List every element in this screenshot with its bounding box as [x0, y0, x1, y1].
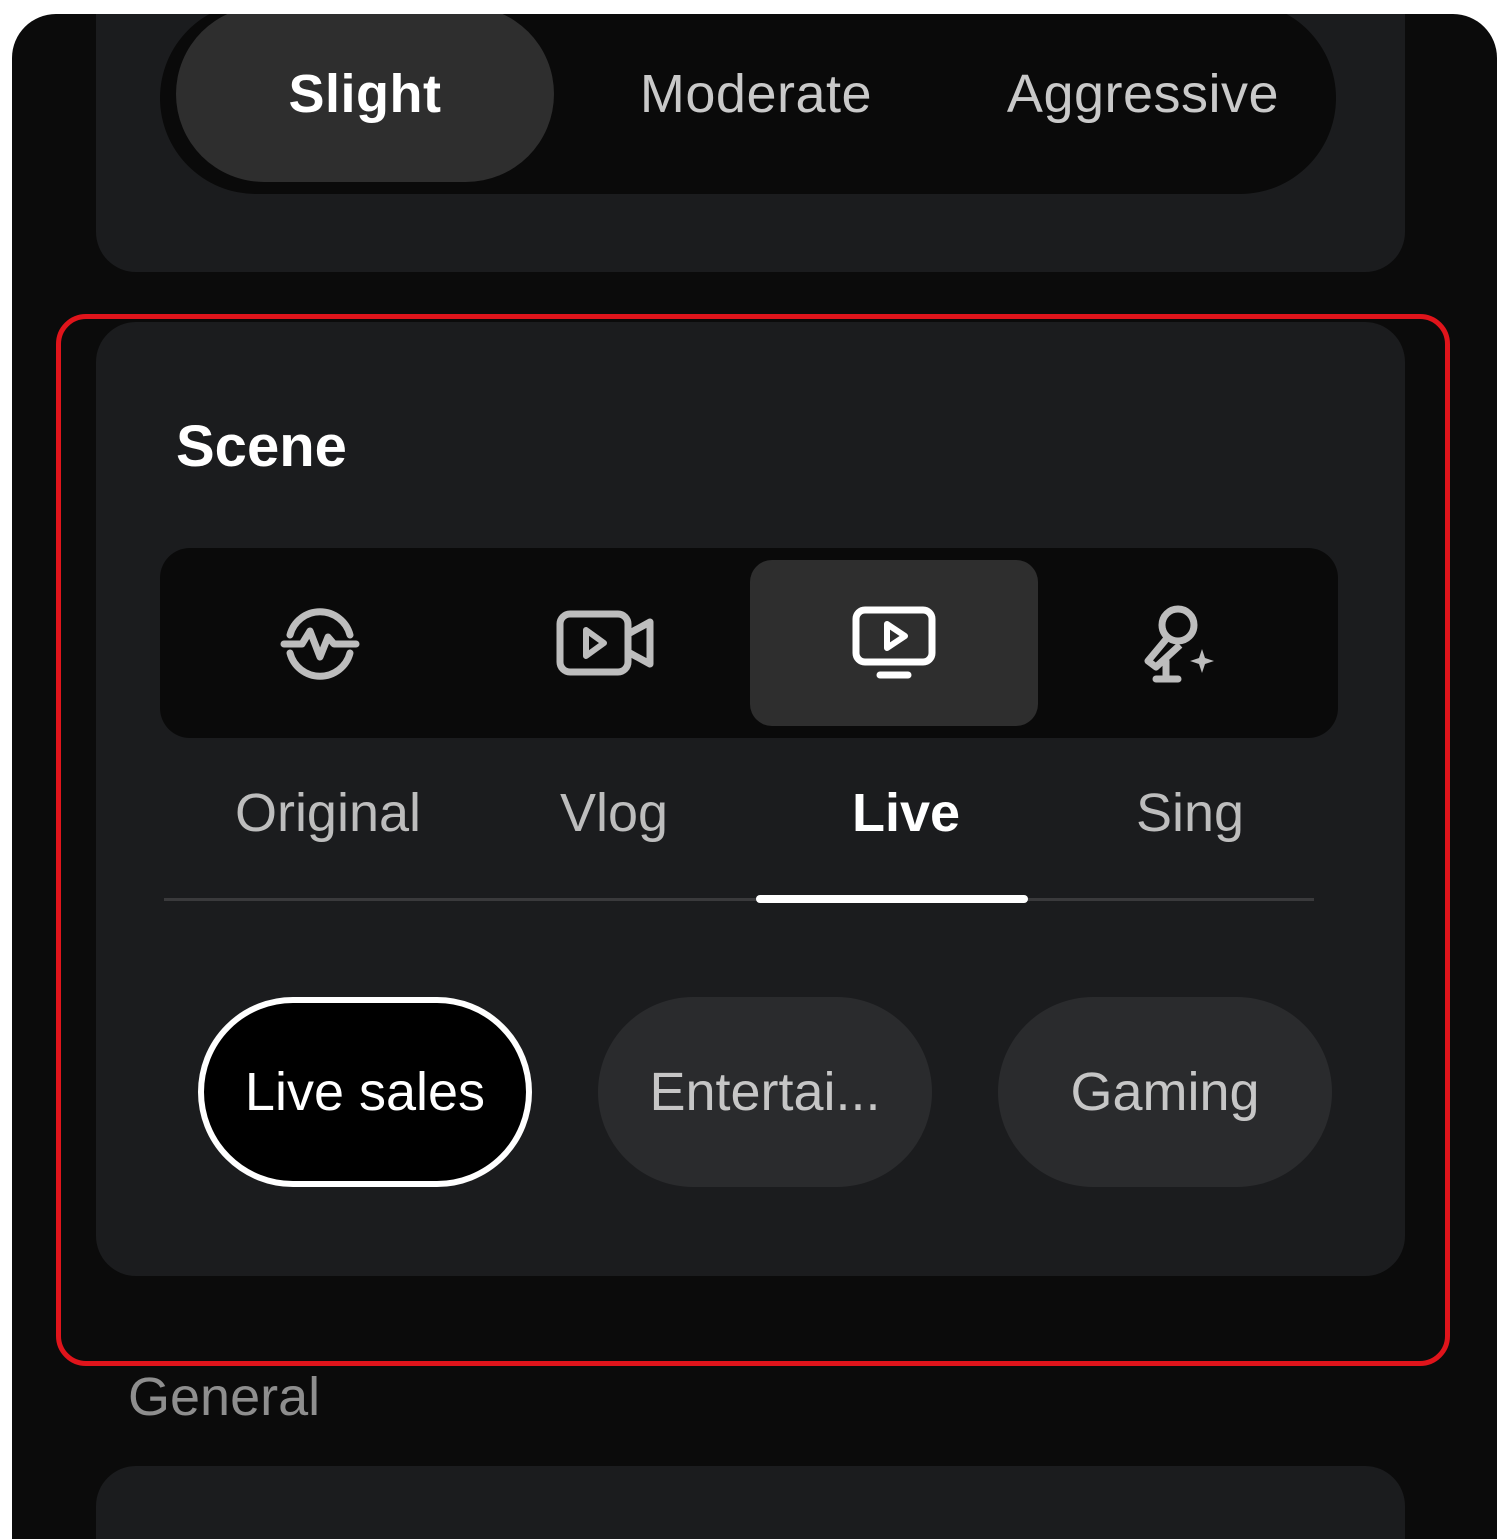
intensity-option-moderate[interactable]: Moderate	[564, 14, 948, 182]
video-camera-icon	[556, 610, 654, 676]
active-tab-indicator	[756, 895, 1028, 903]
scene-icon-strip	[160, 548, 1338, 738]
scene-tab-vlog[interactable]: Vlog	[470, 778, 758, 848]
intensity-option-aggressive[interactable]: Aggressive	[960, 14, 1326, 182]
live-monitor-icon	[852, 606, 936, 679]
scene-tab-sing-icon-button[interactable]	[1036, 560, 1324, 726]
intensity-option-slight[interactable]: Slight	[176, 14, 554, 182]
general-section-label: General	[128, 1367, 321, 1427]
microphone-sparkle-icon	[1144, 605, 1214, 683]
settings-panel: Slight Moderate Aggressive Scene Origina…	[12, 14, 1497, 1539]
subscene-chip-gaming[interactable]: Gaming	[998, 997, 1332, 1187]
tab-divider	[164, 898, 1314, 901]
scene-tab-live[interactable]: Live	[762, 778, 1050, 848]
intensity-segmented-control: Slight Moderate Aggressive	[160, 14, 1336, 194]
subscene-chip-entertainment[interactable]: Entertai...	[598, 997, 932, 1187]
scene-tab-sing[interactable]: Sing	[1046, 778, 1334, 848]
scene-title: Scene	[176, 414, 347, 479]
waveform-icon	[280, 608, 360, 680]
subscene-chip-live-sales[interactable]: Live sales	[198, 997, 532, 1187]
scene-tab-original-icon-button[interactable]	[176, 560, 464, 726]
scene-tab-original[interactable]: Original	[184, 778, 472, 848]
scene-tab-vlog-icon-button[interactable]	[462, 560, 750, 726]
scene-tab-live-icon-button[interactable]	[750, 560, 1038, 726]
general-card	[96, 1466, 1405, 1539]
